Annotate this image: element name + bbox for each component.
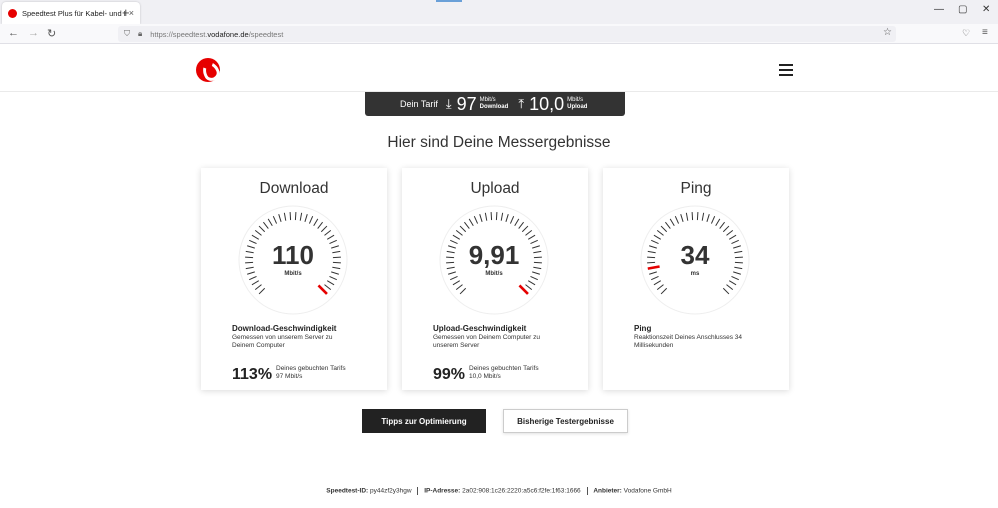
gauge-value: 9,91 xyxy=(468,240,520,270)
gauge-value: 34 xyxy=(680,240,710,270)
browser-navbar: ← → ↻ ⛉ 🔒︎ https://speedtest. vodafone.de… xyxy=(0,24,998,44)
tariff-download-unit: Mbit/s xyxy=(479,97,496,103)
tariff-label: Dein Tarif xyxy=(400,99,438,109)
gauge-unit: ms xyxy=(690,271,700,277)
app-menu-icon[interactable]: ≡ xyxy=(982,27,988,38)
percentage-desc: Deines gebuchten Tarifs 97 Mbit/s xyxy=(276,365,346,381)
footer-provider-label: Anbieter: xyxy=(593,487,622,495)
tariff-percentage: 113% xyxy=(232,366,273,383)
upload-gauge: 9,91 Mbit/s xyxy=(438,204,550,316)
browser-tabbar: Speedtest Plus für Kabel- und D × + — ▢ … xyxy=(0,0,998,24)
hamburger-menu-icon[interactable] xyxy=(779,64,793,79)
tariff-download-units: Mbit/s Download xyxy=(480,97,509,111)
browser-tab[interactable]: Speedtest Plus für Kabel- und D × xyxy=(2,2,140,24)
tariff-upload-units: Mbit/s Upload xyxy=(567,97,587,111)
card-title: Ping xyxy=(680,180,712,197)
vodafone-logo-icon[interactable] xyxy=(196,58,220,82)
minimize-icon[interactable]: — xyxy=(934,4,944,15)
download-card: Download 110 Mbit/s Download-Geschwindig… xyxy=(201,168,387,390)
percentage-desc-line1: Deines gebuchten Tarifs xyxy=(469,365,539,372)
upload-arrow-icon: ⤒ xyxy=(518,96,525,111)
page-headline: Hier sind Deine Messergebnisse xyxy=(387,134,611,151)
site-header xyxy=(0,44,998,92)
percentage-desc-line2: 10,0 Mbit/s xyxy=(469,373,501,380)
info-title: Upload-Geschwindigkeit xyxy=(433,324,527,333)
footer-id-label: Speedtest-ID: xyxy=(326,487,369,495)
url-bar[interactable]: ⛉ 🔒︎ https://speedtest. vodafone.de/speed… xyxy=(118,26,896,42)
tariff-percentage: 99% xyxy=(433,366,466,383)
tariff-upload-value: 10,0 xyxy=(529,93,565,114)
gauge-value: 110 xyxy=(272,240,314,270)
download-arrow-icon: ⤓ xyxy=(445,96,452,111)
tariff-download-label: Download xyxy=(479,104,509,110)
vodafone-favicon-icon xyxy=(8,8,17,18)
percentage-desc-line2: 97 Mbit/s xyxy=(276,373,303,380)
footer-ip-value: 2a02:908:1c26:2220:a5c6:f2fe:1f63:1666 xyxy=(462,487,581,495)
footer-separator xyxy=(417,487,419,495)
lock-icon[interactable]: 🔒︎ xyxy=(138,29,142,39)
footer-separator xyxy=(586,487,588,495)
tab-title: Speedtest Plus für Kabel- und D xyxy=(22,8,125,18)
back-icon[interactable]: ← xyxy=(8,27,19,39)
download-gauge: 110 Mbit/s xyxy=(237,204,349,316)
reload-icon[interactable]: ↻ xyxy=(47,27,56,40)
forward-icon[interactable]: → xyxy=(28,27,39,39)
gauge-unit: Mbit/s xyxy=(284,271,302,277)
card-title: Download xyxy=(259,180,329,197)
upload-card: Upload 9,91 Mbit/s Upload-Geschwindigkei… xyxy=(402,168,588,390)
footer-ip-label: IP-Adresse: xyxy=(424,487,461,495)
info-desc: Gemessen von Deinem Computer zu unserem … xyxy=(433,334,540,349)
info-desc: Reaktionszeit Deines Anschlusses 34 Mill… xyxy=(634,334,743,349)
url-scheme: https://speedtest. xyxy=(150,29,208,39)
info-desc: Gemessen von unserem Server zu Deinem Co… xyxy=(232,334,333,349)
info-title: Download-Geschwindigkeit xyxy=(232,324,337,333)
history-button[interactable]: Bisherige Testergebnisse xyxy=(503,409,628,433)
maximize-icon[interactable]: ▢ xyxy=(958,4,967,15)
tariff-upload-unit: Mbit/s xyxy=(567,97,584,103)
url-path: /speedtest xyxy=(248,29,284,39)
shield-icon[interactable]: ⛉ xyxy=(124,29,130,39)
tab-accent xyxy=(436,0,462,2)
pocket-icon[interactable]: ♡ xyxy=(962,28,970,39)
ping-gauge: 34 ms xyxy=(639,204,751,316)
card-title: Upload xyxy=(470,180,520,197)
footer-id-value: py44zf2y3hgw xyxy=(370,487,412,495)
tariff-bar: Dein Tarif ⤓ 97 Mbit/s Download ⤒ 10,0 M… xyxy=(365,92,625,116)
bookmark-star-icon[interactable]: ☆ xyxy=(883,27,892,38)
footer-provider-value: Vodafone GmbH xyxy=(623,487,672,495)
footer: Speedtest-ID: py44zf2y3hgw IP-Adresse: 2… xyxy=(0,487,998,495)
percentage-desc: Deines gebuchten Tarifs 10,0 Mbit/s xyxy=(469,365,539,381)
window-close-icon[interactable]: ✕ xyxy=(982,4,990,15)
info-title: Ping xyxy=(634,324,652,333)
new-tab-button[interactable]: + xyxy=(122,5,130,20)
tariff-download-value: 97 xyxy=(456,93,477,114)
gauge-unit: Mbit/s xyxy=(485,271,503,277)
tariff-upload-label: Upload xyxy=(567,104,588,110)
url-host: vodafone.de xyxy=(207,29,249,39)
percentage-desc-line1: Deines gebuchten Tarifs xyxy=(276,365,346,372)
ping-card: Ping 34 ms Ping Reaktionszeit Deines Ans… xyxy=(603,168,789,390)
tips-button[interactable]: Tipps zur Optimierung xyxy=(362,409,486,433)
